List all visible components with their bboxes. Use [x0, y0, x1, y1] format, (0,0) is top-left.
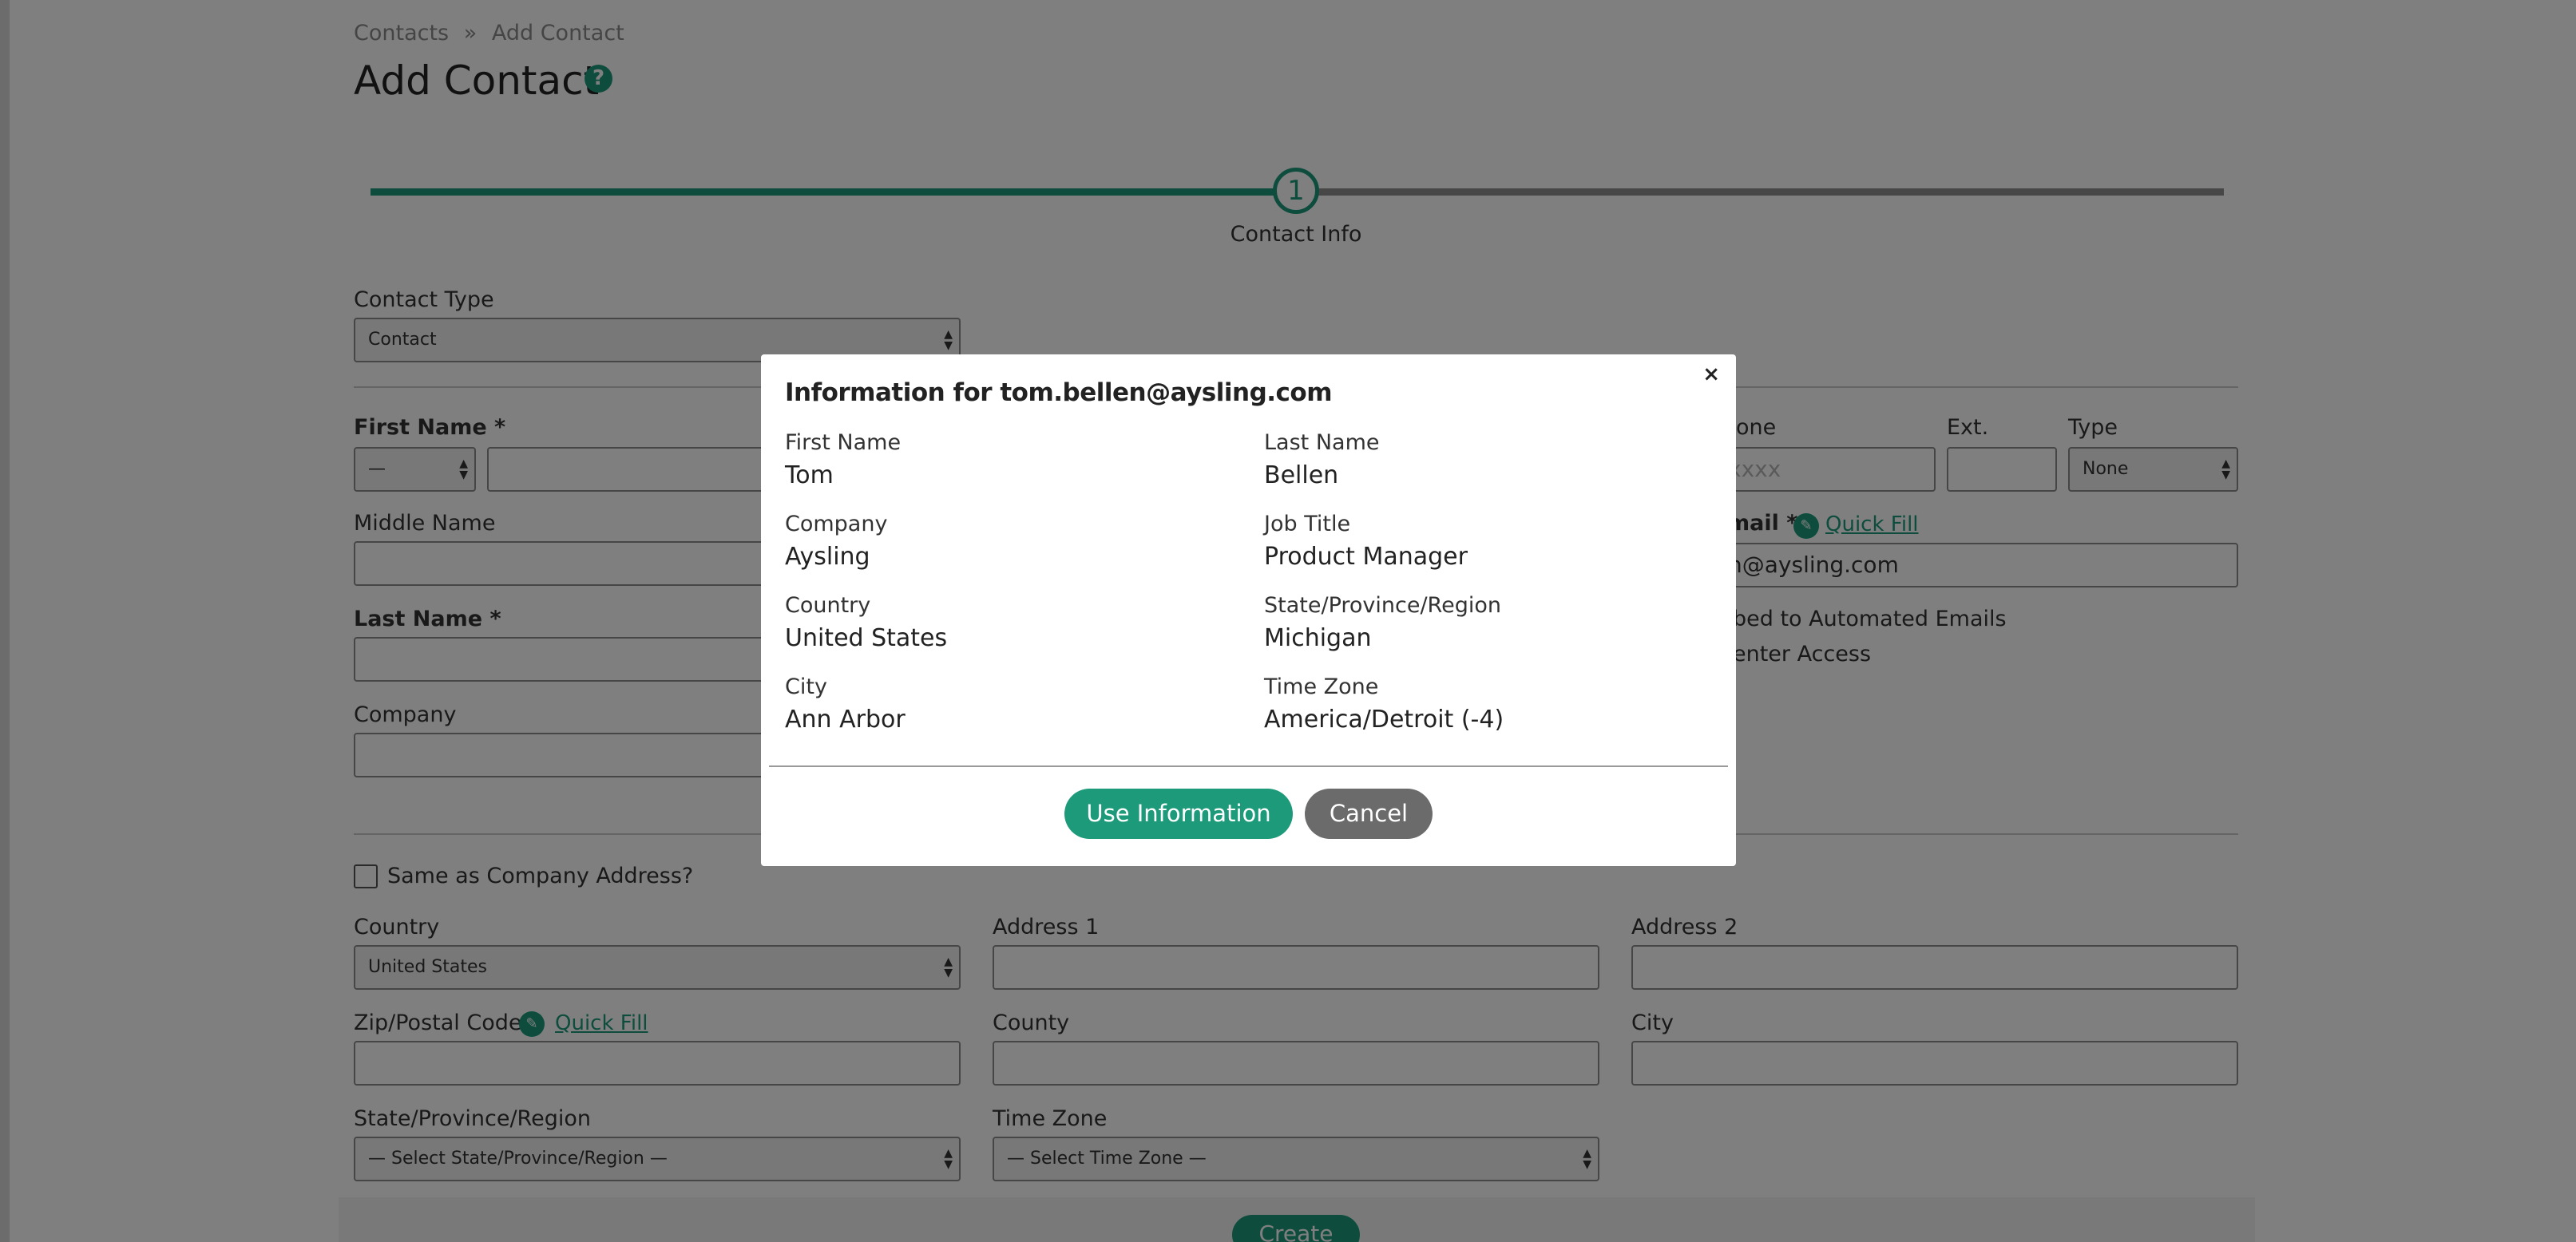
- time-zone-info-value: America/Detroit (-4): [1264, 706, 1504, 734]
- time-zone-info-label: Time Zone: [1264, 674, 1379, 699]
- first-name-info-label: First Name: [785, 430, 902, 455]
- first-name-info-value: Tom: [785, 461, 834, 489]
- city-info-label: City: [785, 674, 827, 699]
- company-info-label: Company: [785, 512, 888, 536]
- company-info-value: Aysling: [785, 543, 870, 571]
- job-title-info-value: Product Manager: [1264, 543, 1468, 571]
- use-information-button[interactable]: Use Information: [1064, 789, 1293, 839]
- last-name-info-label: Last Name: [1264, 430, 1380, 455]
- country-info-label: Country: [785, 593, 871, 618]
- close-icon[interactable]: ×: [1702, 362, 1720, 386]
- state-info-label: State/Province/Region: [1264, 593, 1501, 618]
- last-name-info-value: Bellen: [1264, 461, 1339, 489]
- contact-info-modal: × Information for tom.bellen@aysling.com…: [761, 354, 1736, 866]
- modal-divider: [769, 765, 1728, 767]
- job-title-info-label: Job Title: [1264, 512, 1351, 536]
- modal-title: Information for tom.bellen@aysling.com: [785, 378, 1333, 407]
- country-info-value: United States: [785, 624, 948, 652]
- cancel-button[interactable]: Cancel: [1305, 789, 1433, 839]
- state-info-value: Michigan: [1264, 624, 1372, 652]
- city-info-value: Ann Arbor: [785, 706, 906, 734]
